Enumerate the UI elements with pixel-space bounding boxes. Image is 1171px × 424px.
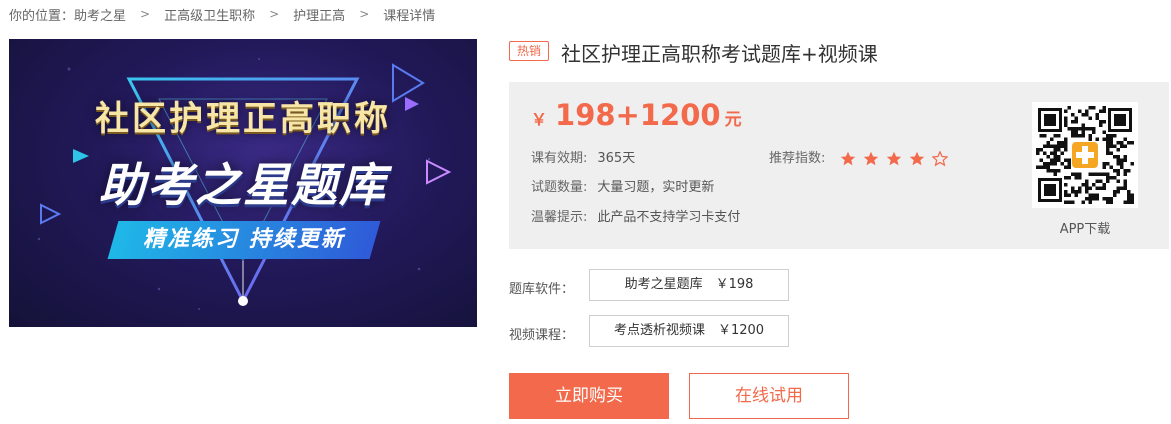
rating-stars	[840, 150, 948, 167]
notice-row: 温馨提示: 此产品不支持学习卡支付	[531, 206, 740, 225]
course-title: 社区护理正高职称考试题库+视频课	[561, 42, 878, 66]
star-filled-icon	[886, 151, 901, 165]
breadcrumb-link-home[interactable]: 助考之星	[74, 5, 126, 24]
breadcrumb-prefix: 你的位置：	[9, 8, 75, 24]
rating-row: 推荐指数:	[769, 147, 948, 167]
breadcrumb-current: 课程详情	[383, 8, 436, 24]
validity-row: 课有效期: 365天	[531, 147, 635, 166]
price-currency: ￥	[531, 110, 548, 129]
banner-heading: 社区护理正高职称	[95, 99, 391, 139]
validity-value: 365天	[597, 151, 636, 166]
quantity-value: 大量习题，实时更新	[597, 180, 715, 195]
rating-label: 推荐指数:	[769, 151, 826, 166]
hot-badge: 热销	[509, 41, 549, 61]
star-filled-icon	[840, 151, 855, 165]
buy-now-button[interactable]: 立即购买	[509, 373, 669, 419]
option-video-course[interactable]: 考点透析视频课 ￥1200	[589, 315, 789, 347]
notice-label: 温馨提示:	[531, 210, 588, 225]
price-unit: 元	[724, 110, 742, 130]
validity-label: 课有效期:	[531, 151, 588, 166]
quantity-row: 试题数量: 大量习题，实时更新	[531, 176, 714, 195]
price-amount: 198+1200	[555, 98, 721, 132]
price: ￥ 198+1200 元	[531, 98, 742, 132]
course-banner: 社区护理正高职称 助考之星题库 精准练习 持续更新	[9, 39, 477, 327]
breadcrumb-link-senior-health-title[interactable]: 正高级卫生职称	[164, 5, 255, 24]
breadcrumb: 你的位置： 助考之星 > 正高级卫生职称 > 护理正高 > 课程详情	[9, 4, 435, 24]
online-trial-button[interactable]: 在线试用	[689, 373, 849, 419]
product-info-panel: ￥ 198+1200 元 课有效期: 365天 推荐指数: 试题数量: 大量习题，实时更…	[509, 82, 1169, 249]
app-qr-code	[1032, 102, 1138, 208]
breadcrumb-link-nursing-senior[interactable]: 护理正高	[293, 5, 345, 24]
star-filled-icon	[909, 151, 924, 165]
option-label-video-course: 视频课程：	[509, 328, 575, 343]
breadcrumb-separator: >	[269, 7, 280, 21]
breadcrumb-separator: >	[359, 7, 370, 21]
banner-slogan: 精准练习 持续更新	[143, 227, 345, 252]
banner-brand: 助考之星题库	[99, 158, 387, 212]
breadcrumb-separator: >	[140, 7, 151, 21]
option-question-bank[interactable]: 助考之星题库 ￥198	[589, 269, 789, 301]
quantity-label: 试题数量:	[531, 180, 588, 195]
notice-value: 此产品不支持学习卡支付	[597, 210, 741, 225]
star-empty-icon	[931, 150, 948, 166]
app-download-label: APP下载	[1059, 222, 1111, 237]
star-filled-icon	[863, 151, 878, 165]
option-label-question-bank: 题库软件：	[509, 282, 575, 297]
